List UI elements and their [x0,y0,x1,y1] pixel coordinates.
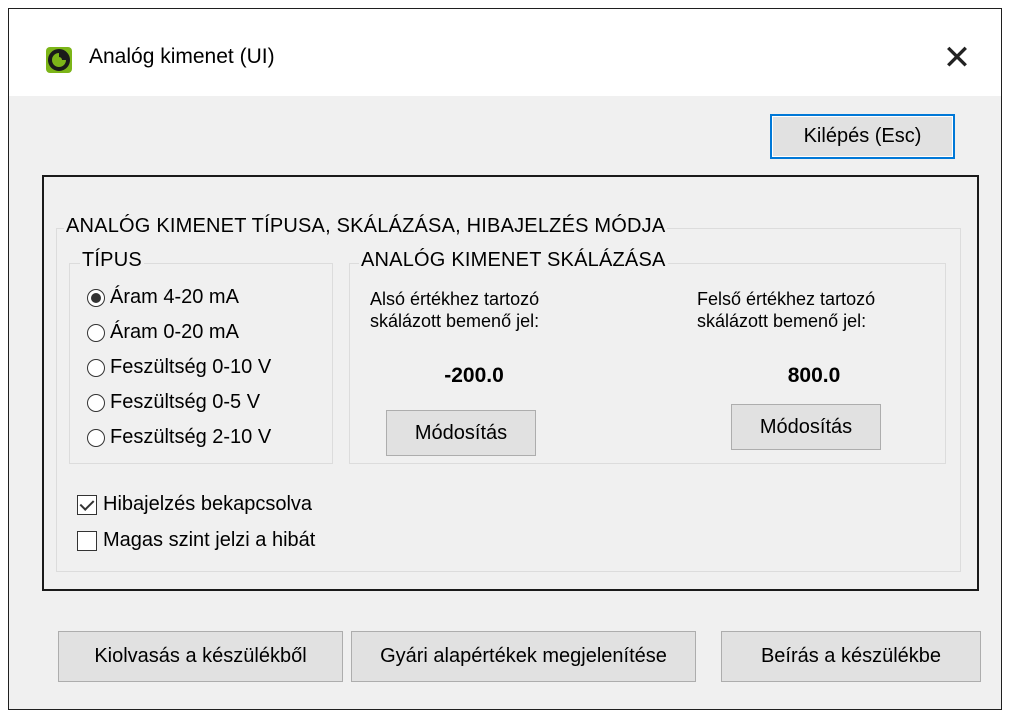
show-factory-defaults-button[interactable]: Gyári alapértékek megjelenítése [351,631,696,682]
upper-label-line1: Felső értékhez tartozó [697,289,876,309]
radio-feszultseg-0-10[interactable]: Feszültség 0-10 V [87,356,271,379]
scaling-group-title: ANALÓG KIMENET SKÁLÁZÁSA [359,249,668,272]
main-panel: ANALÓG KIMENET TÍPUSA, SKÁLÁZÁSA, HIBAJE… [42,175,979,591]
radio-button[interactable] [87,358,105,377]
close-icon[interactable]: ✕ [927,33,987,83]
radio-button[interactable] [87,323,105,342]
checkbox-error-signal-enabled[interactable]: Hibajelzés bekapcsolva [77,493,312,516]
radio-button-selected[interactable] [87,288,105,307]
radio-label: Feszültség 2-10 V [110,426,272,448]
radio-aram-4-20[interactable]: Áram 4-20 mA [87,286,239,309]
type-group-title: TÍPUS [80,249,144,272]
radio-feszultseg-2-10[interactable]: Feszültség 2-10 V [87,426,271,449]
read-from-device-button[interactable]: Kiolvasás a készülékből [58,631,343,682]
checkbox-label: Hibajelzés bekapcsolva [103,493,313,515]
radio-label: Áram 4-20 mA [110,286,239,308]
radio-label: Feszültség 0-10 V [110,356,272,378]
window-title: Analóg kimenet (UI) [89,45,275,68]
app-logo-icon [46,47,72,73]
checkbox-unchecked[interactable] [77,530,97,551]
upper-modify-button[interactable]: Módosítás [731,404,881,450]
analog-output-group-title: ANALÓG KIMENET TÍPUSA, SKÁLÁZÁSA, HIBAJE… [64,215,668,238]
radio-button[interactable] [87,393,105,412]
lower-modify-button[interactable]: Módosítás [386,410,536,456]
radio-label: Áram 0-20 mA [110,321,239,343]
radio-label: Feszültség 0-5 V [110,391,261,413]
upper-value: 800.0 [787,364,841,387]
lower-label-line1: Alsó értékhez tartozó [370,289,540,309]
checkbox-high-level-error[interactable]: Magas szint jelzi a hibát [77,529,315,552]
title-bar: Analóg kimenet (UI) ✕ [9,9,1001,96]
checkbox-label: Magas szint jelzi a hibát [103,529,316,551]
checkbox-checked[interactable] [77,494,97,515]
upper-label-line2: skálázott bemenő jel: [697,311,867,331]
radio-button[interactable] [87,428,105,447]
dialog-window: Analóg kimenet (UI) ✕ Kilépés (Esc) ANAL… [8,8,1002,710]
write-to-device-button[interactable]: Beírás a készülékbe [721,631,981,682]
exit-button[interactable]: Kilépés (Esc) [770,114,955,159]
radio-aram-0-20[interactable]: Áram 0-20 mA [87,321,239,344]
radio-feszultseg-0-5[interactable]: Feszültség 0-5 V [87,391,260,414]
lower-value: -200.0 [444,364,504,387]
upper-value-label: Felső értékhez tartozó skálázott bemenő … [697,288,875,332]
lower-label-line2: skálázott bemenő jel: [370,311,540,331]
lower-value-label: Alsó értékhez tartozó skálázott bemenő j… [370,288,539,332]
